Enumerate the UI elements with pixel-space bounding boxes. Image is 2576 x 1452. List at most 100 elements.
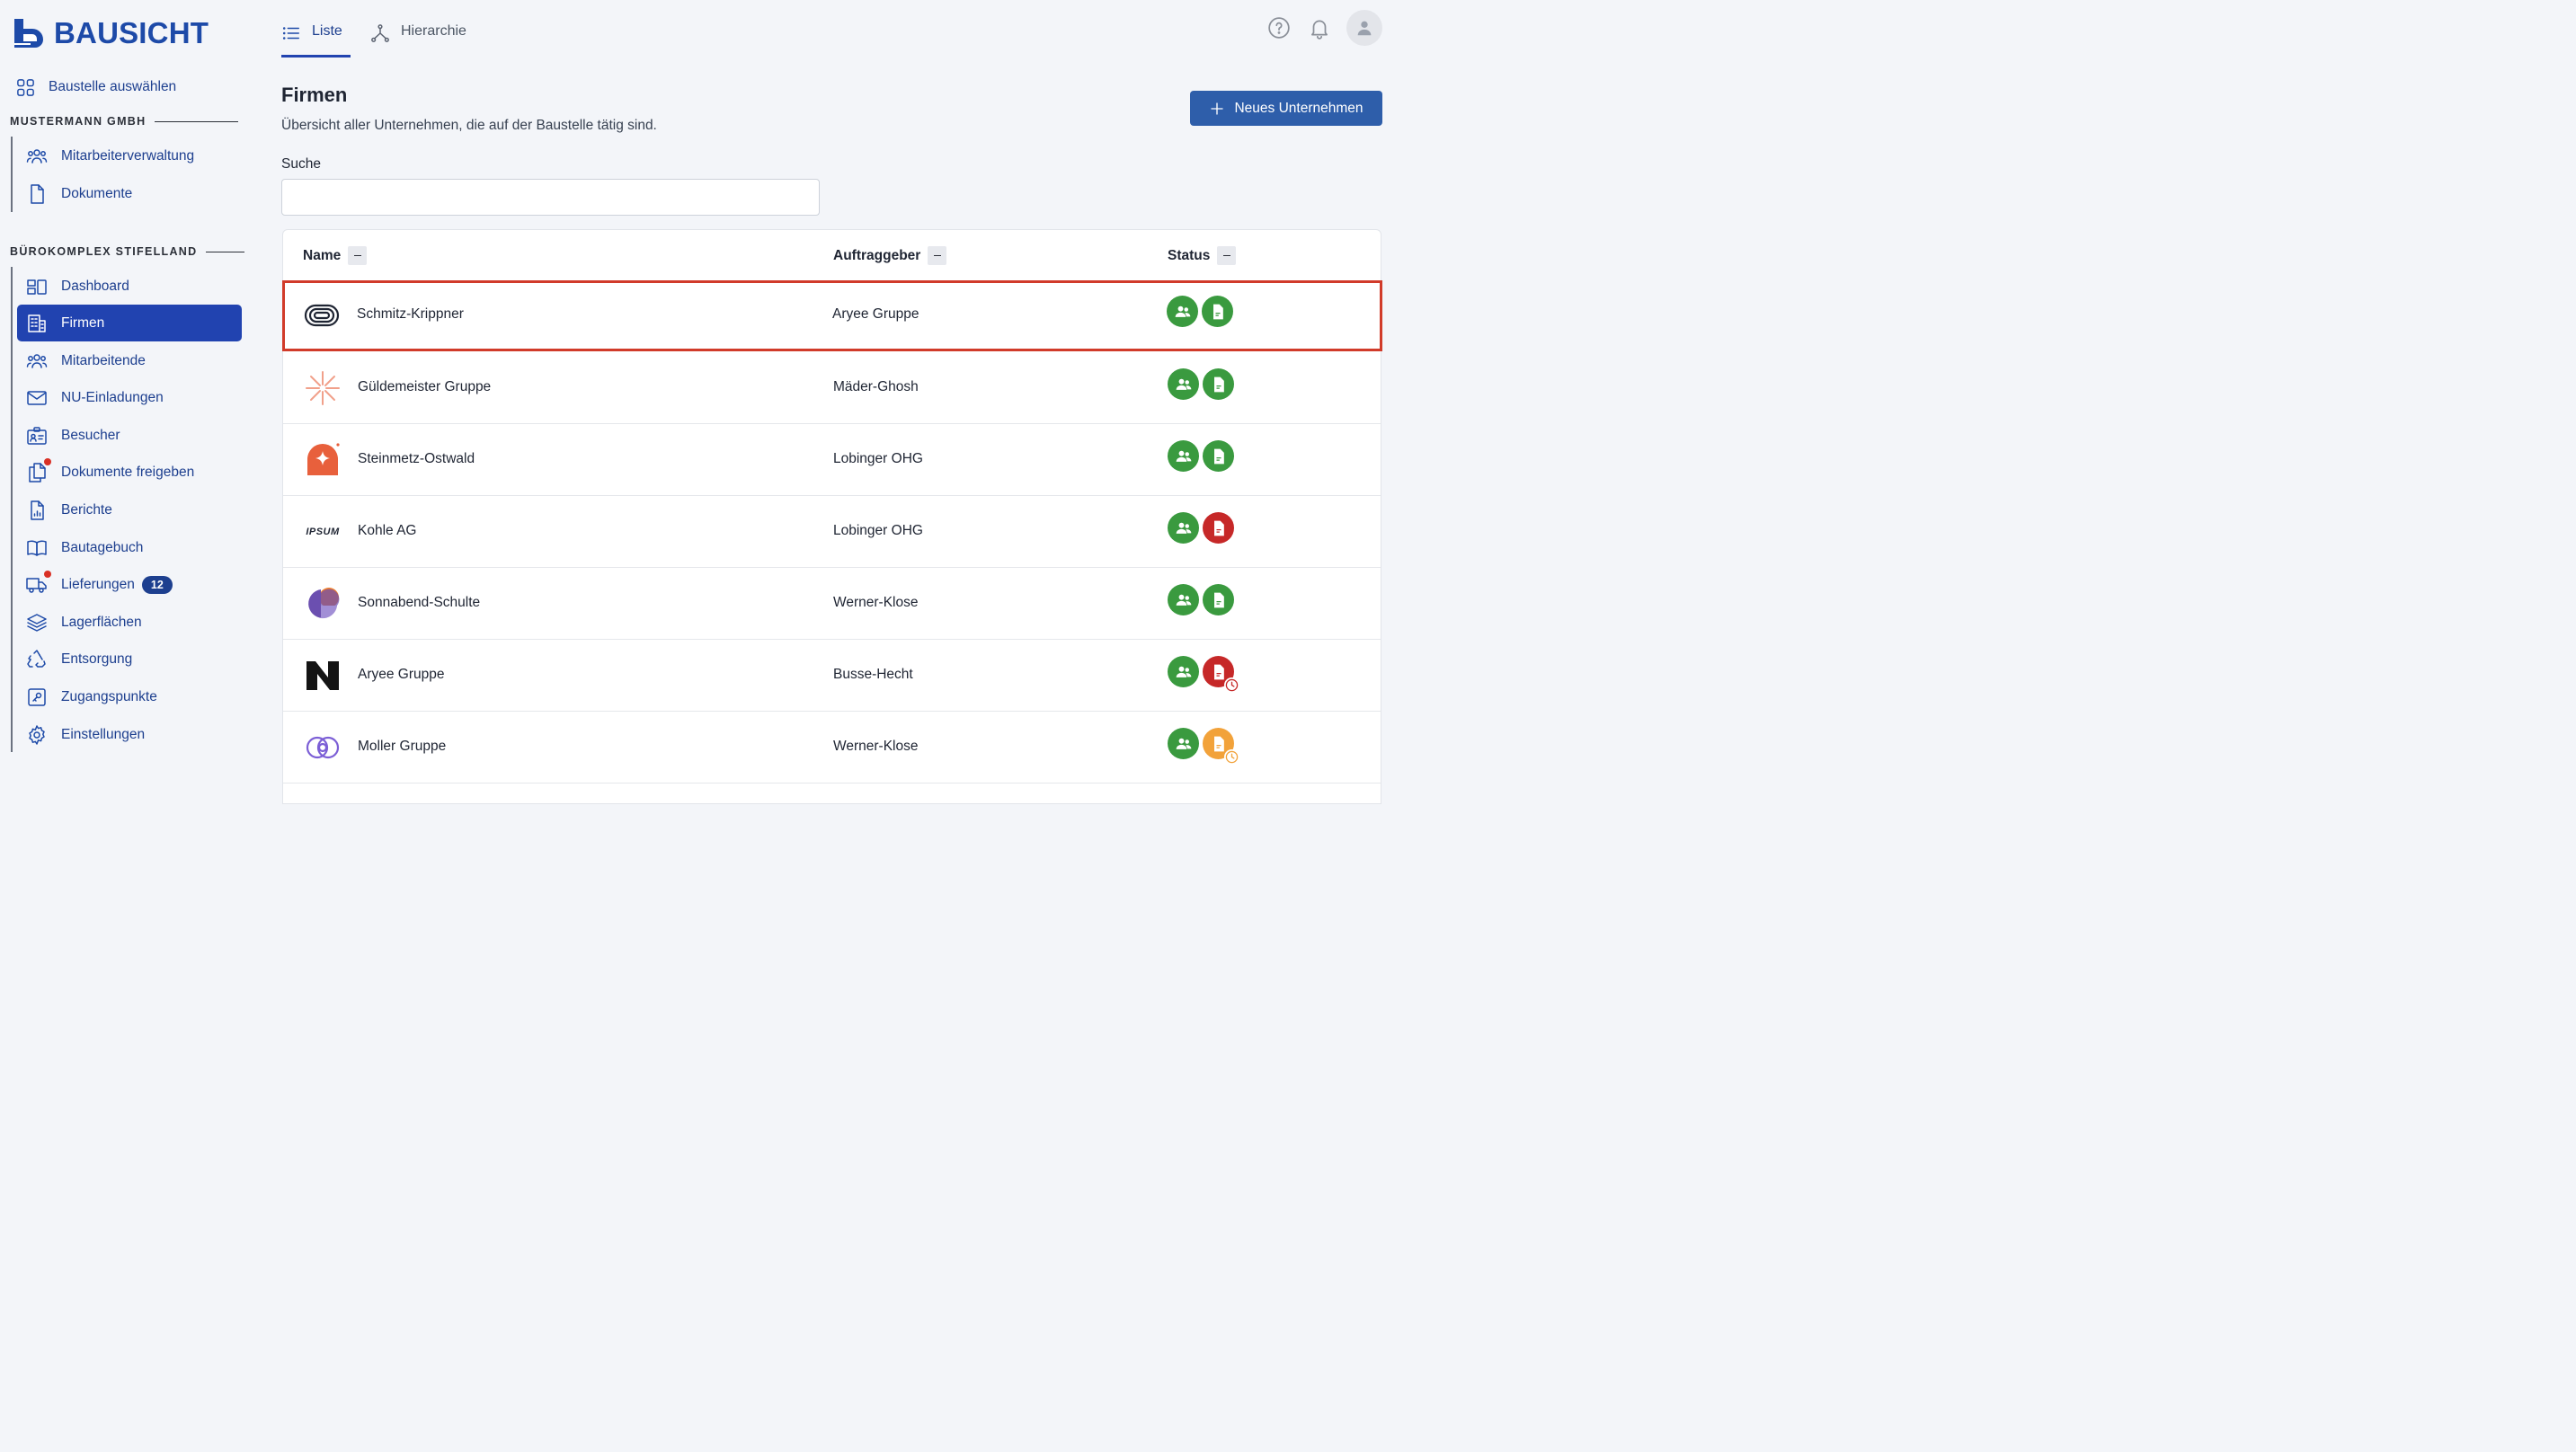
people-status-icon[interactable]: [1168, 368, 1199, 400]
company-client: Lobinger OHG: [833, 451, 923, 466]
building-icon: [25, 312, 49, 335]
sidebar-item-zugangspunkte[interactable]: Zugangspunkte: [17, 678, 242, 715]
clock-icon: [1224, 677, 1239, 693]
sidebar-item-label: Besucher: [61, 427, 120, 443]
collapse-column-button[interactable]: [928, 246, 947, 265]
help-icon[interactable]: [1266, 14, 1292, 41]
select-site-link[interactable]: Baustelle auswählen: [14, 76, 176, 98]
collapse-column-button[interactable]: [348, 246, 368, 265]
company-name: Moller Gruppe: [358, 739, 447, 754]
sidebar-item-dashboard[interactable]: Dashboard: [17, 268, 242, 305]
sidebar-item-besucher[interactable]: Besucher: [17, 417, 242, 454]
sidebar-item-bautagebuch[interactable]: Bautagebuch: [17, 529, 242, 566]
company-client: Werner-Klose: [833, 595, 919, 610]
sidebar-item-dokumente[interactable]: Dokumente: [17, 175, 242, 212]
divider: [155, 120, 239, 122]
people-status-icon[interactable]: [1167, 296, 1198, 327]
search-input[interactable]: [281, 179, 820, 216]
table-row[interactable]: Steinmetz-Ostwald Lobinger OHG: [283, 423, 1381, 495]
sidebar-item-label: Lieferungen: [61, 576, 135, 592]
section-title: BÜROKOMPLEX STIFELLAND: [10, 245, 198, 258]
recycle-icon: [25, 648, 49, 671]
orange-sparkle-logo: [304, 442, 342, 478]
document-status-icon[interactable]: [1203, 584, 1234, 615]
bausicht-logo-icon: [14, 19, 43, 48]
document-status-icon[interactable]: [1203, 368, 1234, 400]
company-name: Steinmetz-Ostwald: [358, 451, 475, 466]
status-icons: [1168, 512, 1234, 544]
layers-icon: [25, 611, 49, 634]
document-icon: [25, 182, 49, 206]
column-header-status[interactable]: Status: [1168, 246, 1237, 265]
sidebar-item-entsorgung[interactable]: Entsorgung: [17, 641, 242, 677]
sidebar-item-mitarbeitende[interactable]: Mitarbeitende: [17, 342, 242, 379]
clock-icon: [1224, 749, 1239, 765]
sidebar-item-lieferungen[interactable]: Lieferungen 12: [17, 566, 242, 603]
sidebar-item-label: Entsorgung: [61, 651, 133, 667]
sidebar-item-firmen[interactable]: Firmen: [17, 305, 242, 341]
people-status-icon[interactable]: [1168, 728, 1199, 759]
company-client: Busse-Hecht: [833, 667, 913, 682]
dashboard-icon: [25, 275, 49, 298]
users-icon: [25, 350, 49, 373]
sidebar-item-label: Dashboard: [61, 278, 129, 294]
notification-dot: [44, 570, 51, 578]
tab-hierarchie[interactable]: Hierarchie: [370, 18, 466, 58]
people-status-icon[interactable]: [1168, 656, 1199, 687]
company-name: Sonnabend-Schulte: [358, 595, 481, 610]
column-header-name[interactable]: Name: [303, 246, 368, 265]
sidebar-item-label: Einstellungen: [61, 726, 146, 742]
table-row[interactable]: Sonnabend-Schulte Werner-Klose: [283, 567, 1381, 639]
hierarchy-icon: [371, 24, 389, 42]
brand-name: BAUSICHT: [54, 16, 209, 49]
sidebar-item-lagerflaechen[interactable]: Lagerflächen: [17, 604, 242, 641]
sidebar-item-mitarbeiterverwaltung[interactable]: Mitarbeiterverwaltung: [17, 137, 242, 174]
document-status-icon[interactable]: [1203, 440, 1234, 472]
people-status-icon[interactable]: [1168, 440, 1199, 472]
company-name: Güldemeister Gruppe: [358, 379, 492, 394]
table-row[interactable]: Güldemeister Gruppe Mäder-Ghosh: [283, 352, 1381, 424]
tab-liste[interactable]: Liste: [281, 18, 351, 58]
brand-logo[interactable]: BAUSICHT: [13, 16, 209, 50]
table-row[interactable]: Schmitz-Krippner Aryee Gruppe: [282, 280, 1382, 351]
n-logo: [304, 658, 342, 694]
book-icon: [25, 536, 49, 560]
table-row[interactable]: [283, 783, 1381, 854]
gear-icon: [25, 723, 49, 747]
sidebar-item-label: Dokumente: [61, 185, 133, 201]
logo-text: IPSUM: [306, 527, 340, 537]
collapse-column-button[interactable]: [1217, 246, 1237, 265]
column-label: Name: [303, 247, 342, 263]
new-company-button[interactable]: Neues Unternehmen: [1190, 91, 1382, 126]
sidebar-item-berichte[interactable]: Berichte: [17, 491, 242, 528]
sidebar-item-nu-einladungen[interactable]: NU-Einladungen: [17, 379, 242, 416]
sidebar-item-einstellungen[interactable]: Einstellungen: [17, 716, 242, 753]
company-name: Aryee Gruppe: [358, 667, 445, 682]
table-row[interactable]: Aryee Gruppe Busse-Hecht: [283, 639, 1381, 711]
people-status-icon[interactable]: [1168, 584, 1199, 615]
status-icons: [1168, 368, 1234, 400]
company-client: Mäder-Ghosh: [833, 379, 919, 394]
table-row[interactable]: Moller Gruppe Werner-Klose: [283, 711, 1381, 783]
loop-logo: [304, 730, 342, 766]
document-status-icon[interactable]: [1202, 296, 1233, 327]
list-icon: [282, 27, 299, 40]
circles-logo: [304, 586, 342, 622]
column-label: Auftraggeber: [833, 247, 921, 263]
tree-line: [11, 267, 13, 752]
sidebar-item-label: Mitarbeitende: [61, 352, 146, 368]
report-icon: [25, 499, 49, 522]
people-status-icon[interactable]: [1168, 512, 1199, 544]
table-row[interactable]: IPSUM Kohle AG Lobinger OHG: [283, 495, 1381, 567]
section-label-org: MUSTERMANN GMBH: [10, 115, 239, 128]
sidebar-item-dokumente-freigeben[interactable]: Dokumente freigeben: [17, 454, 242, 491]
document-status-icon[interactable]: [1203, 656, 1239, 693]
users-icon: [25, 145, 49, 168]
bell-icon[interactable]: [1306, 14, 1333, 41]
avatar[interactable]: [1346, 10, 1382, 46]
document-status-icon[interactable]: [1203, 512, 1234, 544]
document-status-icon[interactable]: [1203, 728, 1239, 765]
column-header-auftraggeber[interactable]: Auftraggeber: [833, 246, 947, 265]
company-client: Lobinger OHG: [833, 523, 923, 538]
grid-icon: [14, 76, 36, 98]
